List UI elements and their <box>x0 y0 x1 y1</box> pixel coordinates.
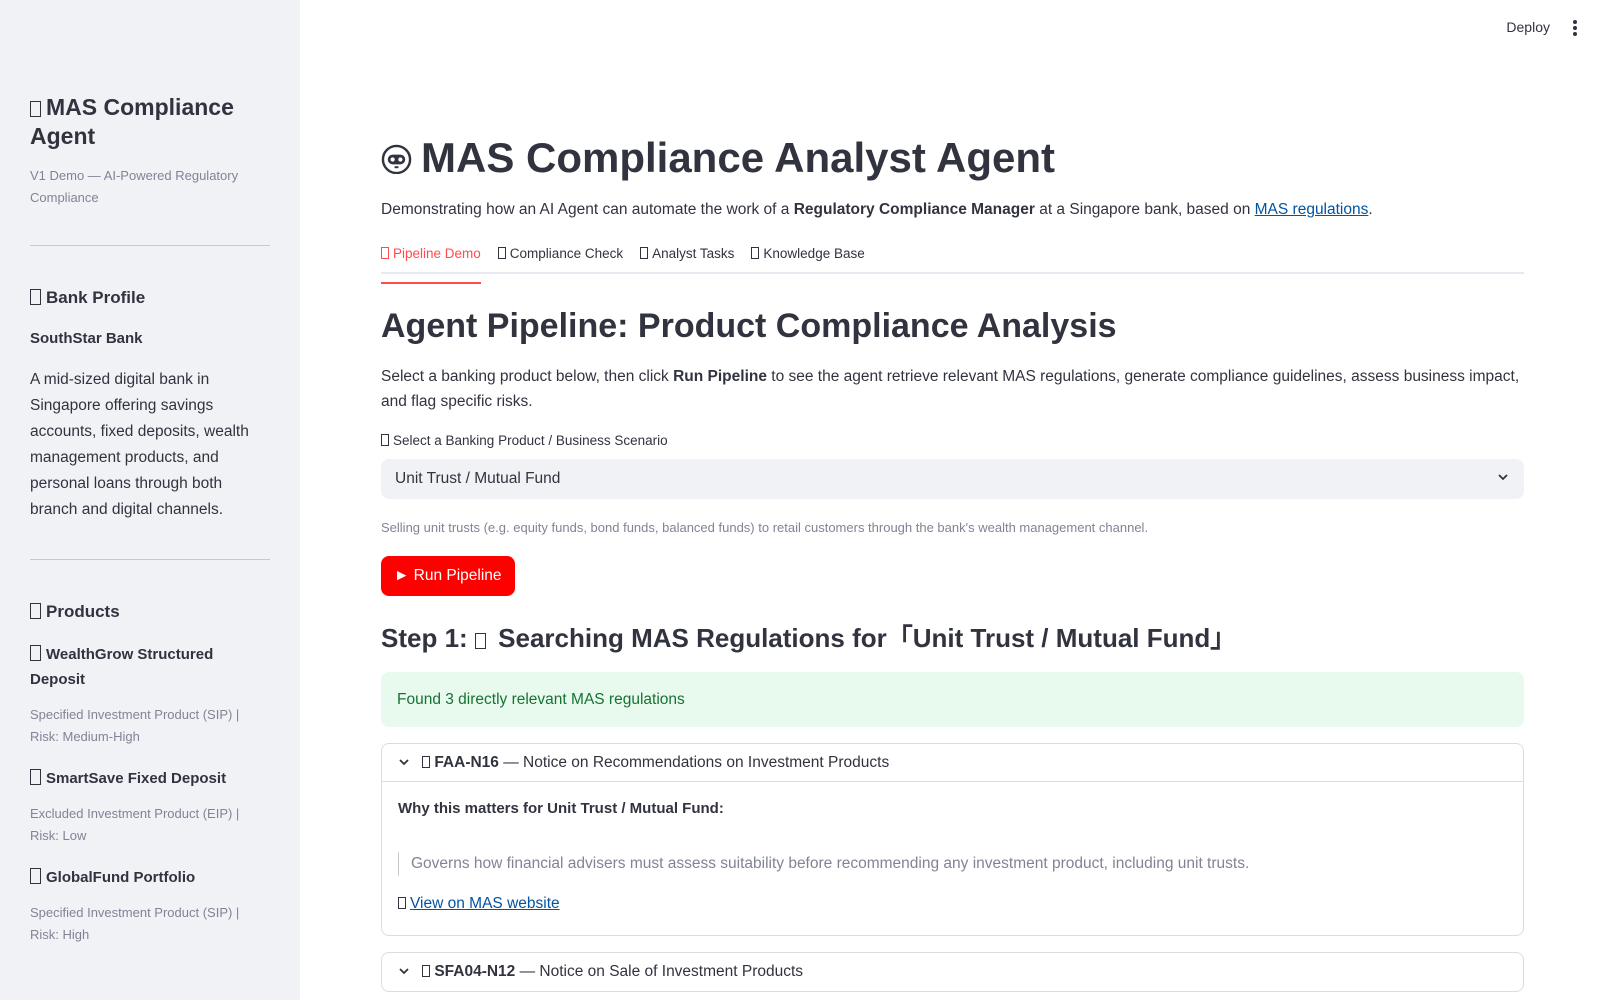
regulation-expander: SFA04-N12 — Notice on Sale of Investment… <box>381 952 1524 992</box>
bank-description: A mid-sized digital bank in Singapore of… <box>30 371 249 518</box>
intro-text-part: at a Singapore bank, based on <box>1034 201 1255 218</box>
robot-icon <box>381 144 412 174</box>
regulation-title: — Notice on Sale of Investment Products <box>515 963 804 980</box>
tab-label: Compliance Check <box>509 246 624 261</box>
tab-knowledge-base[interactable]: Knowledge Base <box>751 244 865 272</box>
bank-profile-heading-text: Bank Profile <box>46 288 146 307</box>
product-item: GlobalFund Portfolio Specified Investmen… <box>30 865 270 946</box>
sidebar-divider <box>30 559 270 560</box>
view-on-mas-website-link[interactable]: View on MAS website <box>410 895 560 912</box>
regulation-code: FAA-N16 <box>434 754 499 771</box>
tab-compliance-check[interactable]: Compliance Check <box>497 244 624 272</box>
step1-heading-part: Searching MAS Regulations for「Unit Trust… <box>490 623 1237 653</box>
step1-heading-part: Step 1: <box>381 623 475 653</box>
intro-text-part: Demonstrating how an AI Agent can automa… <box>381 201 794 218</box>
instructions-text: Select a banking product below, then cli… <box>381 364 1524 414</box>
main-content: MAS Compliance Analyst Agent Demonstrati… <box>381 128 1524 992</box>
bank-icon <box>381 434 389 446</box>
chevron-down-icon <box>1498 474 1508 481</box>
page-title-text: MAS Compliance Analyst Agent <box>421 134 1055 181</box>
regulation-code: SFA04-N12 <box>434 963 516 980</box>
regulation-expander: FAA-N16 — Notice on Recommendations on I… <box>381 743 1524 936</box>
tab-pipeline-demo[interactable]: Pipeline Demo <box>381 244 481 284</box>
instructions-part: Select a banking product below, then cli… <box>381 368 674 385</box>
bank-profile-heading: Bank Profile <box>30 286 270 310</box>
tab-label: Pipeline Demo <box>393 246 481 261</box>
regulation-title: — Notice on Recommendations on Investmen… <box>498 754 890 771</box>
sidebar-content: MAS Compliance Agent V1 Demo — AI-Powere… <box>30 93 270 946</box>
product-name: WealthGrow Structured Deposit <box>30 642 270 692</box>
product-name: SmartSave Fixed Deposit <box>30 766 270 791</box>
products-heading-text: Products <box>46 602 120 621</box>
pipeline-icon <box>381 247 389 259</box>
instructions-bold: Run Pipeline <box>673 368 767 385</box>
run-pipeline-button[interactable]: ► Run Pipeline <box>381 556 515 596</box>
regulation-body: Why this matters for Unit Trust / Mutual… <box>382 782 1523 935</box>
link-icon <box>398 897 406 909</box>
regulation-quote: Governs how financial advisers must asse… <box>398 852 1507 876</box>
step1-heading: Step 1: Searching MAS Regulations for「Un… <box>381 620 1524 656</box>
book-icon <box>751 247 760 259</box>
intro-text-part: . <box>1368 201 1373 218</box>
top-toolbar: Deploy <box>300 0 1600 58</box>
product-icon <box>30 769 41 785</box>
app-title-text: MAS Compliance Agent <box>30 94 234 149</box>
bank-name: SouthStar Bank <box>30 330 143 347</box>
page-title: MAS Compliance Analyst Agent <box>381 128 1524 188</box>
app-title: MAS Compliance Agent <box>30 93 270 151</box>
product-meta: Specified Investment Product (SIP) | Ris… <box>30 905 240 942</box>
more-menu-icon[interactable] <box>1572 20 1578 38</box>
why-heading: Why this matters for Unit Trust / Mutual… <box>398 800 724 817</box>
product-name-text: SmartSave Fixed Deposit <box>46 770 227 787</box>
product-icon <box>30 868 41 884</box>
search-icon <box>474 633 486 649</box>
mas-website-link-row: View on MAS website <box>398 893 1507 915</box>
app-emoji-icon <box>30 101 41 117</box>
products-heading: Products <box>30 600 270 624</box>
products-icon <box>30 603 41 619</box>
deploy-button[interactable]: Deploy <box>1506 19 1550 35</box>
mas-regulations-link[interactable]: MAS regulations <box>1255 201 1369 218</box>
chevron-down-icon <box>399 759 409 766</box>
product-select[interactable]: Unit Trust / Mutual Fund <box>381 459 1524 499</box>
check-icon <box>497 247 506 259</box>
app-subtitle: V1 Demo — AI-Powered Regulatory Complian… <box>30 168 239 205</box>
intro-role: Regulatory Compliance Manager <box>793 201 1035 218</box>
chevron-down-icon <box>399 968 409 975</box>
product-item: SmartSave Fixed Deposit Excluded Investm… <box>30 766 270 847</box>
product-name-text: WealthGrow Structured Deposit <box>30 646 214 688</box>
sidebar: MAS Compliance Agent V1 Demo — AI-Powere… <box>0 0 300 1000</box>
tab-label: Knowledge Base <box>763 246 865 261</box>
document-icon <box>422 756 431 768</box>
product-name: GlobalFund Portfolio <box>30 865 270 890</box>
product-meta: Specified Investment Product (SIP) | Ris… <box>30 707 240 744</box>
product-icon <box>30 645 41 661</box>
tab-label: Analyst Tasks <box>652 246 735 261</box>
product-item: WealthGrow Structured Deposit Specified … <box>30 642 270 748</box>
sidebar-divider <box>30 245 270 246</box>
product-select-value: Unit Trust / Mutual Fund <box>395 470 561 487</box>
section-title: Agent Pipeline: Product Compliance Analy… <box>381 307 1117 345</box>
tasks-icon <box>640 247 649 259</box>
product-select-label: Select a Banking Product / Business Scen… <box>381 431 1524 451</box>
document-icon <box>422 965 431 977</box>
product-meta: Excluded Investment Product (EIP) | Risk… <box>30 806 240 843</box>
tab-bar: Pipeline Demo Compliance Check Analyst T… <box>381 244 1524 284</box>
product-name-text: GlobalFund Portfolio <box>46 869 196 886</box>
product-select-label-text: Select a Banking Product / Business Scen… <box>393 433 668 448</box>
bank-icon <box>30 289 41 305</box>
tab-analyst-tasks[interactable]: Analyst Tasks <box>640 244 734 272</box>
regulation-expander-header[interactable]: SFA04-N12 — Notice on Sale of Investment… <box>382 953 1523 991</box>
success-alert: Found 3 directly relevant MAS regulation… <box>381 672 1524 727</box>
product-description: Selling unit trusts (e.g. equity funds, … <box>381 520 1149 535</box>
intro-text: Demonstrating how an AI Agent can automa… <box>381 198 1524 222</box>
regulation-expander-header[interactable]: FAA-N16 — Notice on Recommendations on I… <box>382 744 1523 782</box>
